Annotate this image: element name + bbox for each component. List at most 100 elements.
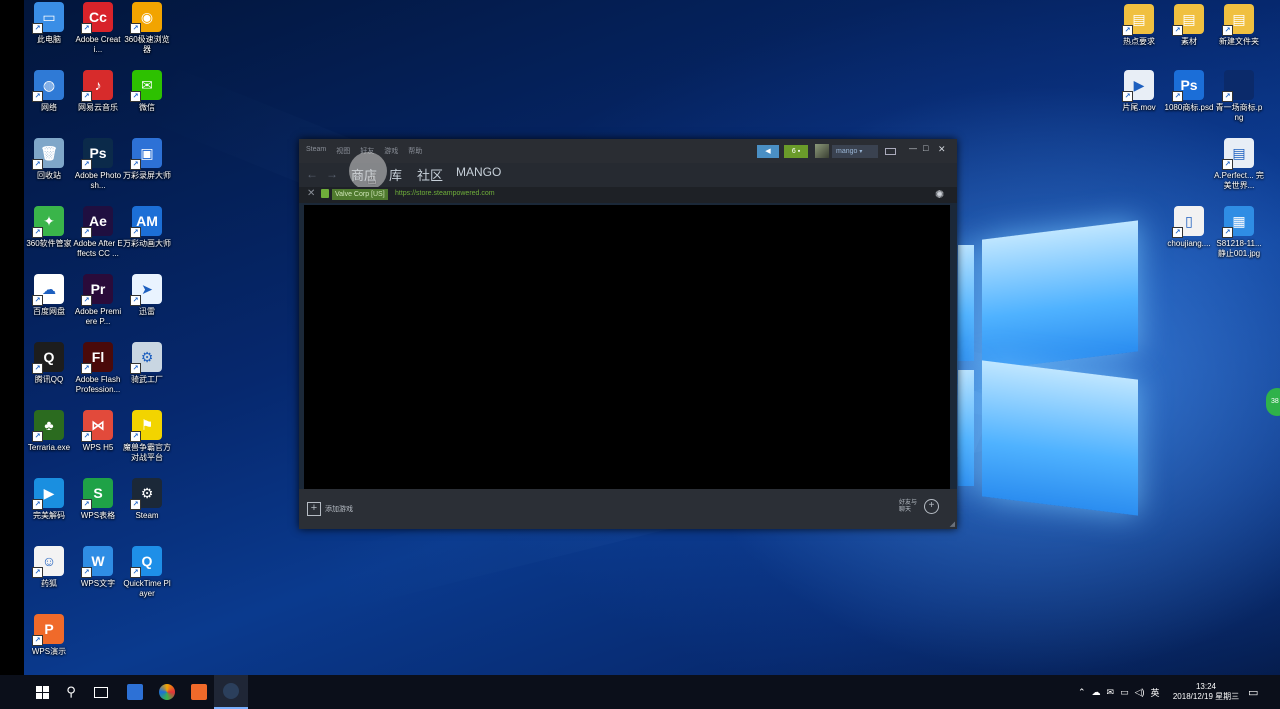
notification-center-button[interactable]: ▭ xyxy=(1248,675,1258,709)
url-text[interactable]: https://store.steampowered.com xyxy=(395,190,495,197)
desktop-icon[interactable]: ▭ ↗ 此电脑 xyxy=(24,2,74,45)
desktop-icon-label: WPS表格 xyxy=(80,511,116,520)
desktop-icon-label: 青一场商标.png xyxy=(1215,103,1263,122)
chevron-up-icon[interactable]: ⌃ xyxy=(1078,687,1086,698)
menu-view[interactable]: 视图 xyxy=(336,146,350,156)
title-bar[interactable]: Steam 视图 好友 游戏 帮助 ◀ 6 ▪ mango ▾ — □ ✕ xyxy=(299,139,957,163)
chevron-down-icon: ▾ xyxy=(859,149,863,155)
desktop-icon[interactable]: Ae ↗ Adobe After Effects CC ... xyxy=(73,206,123,259)
chat-notification-button[interactable]: 6 ▪ xyxy=(784,145,808,158)
search-button[interactable]: ⚲ xyxy=(60,675,82,709)
desktop-icon[interactable]: ⚙ ↗ Steam xyxy=(122,478,172,521)
close-button[interactable]: ✕ xyxy=(938,144,946,155)
desktop-icon[interactable]: 🗑 ↗ 回收站 xyxy=(24,138,74,181)
wechat-tray-icon[interactable]: ✉ xyxy=(1107,687,1115,698)
network-app-icon[interactable]: ☁ xyxy=(1092,687,1101,698)
certificate-label[interactable]: Valve Corp [US] xyxy=(332,189,388,200)
app-icon: ▯ ↗ xyxy=(1172,206,1204,238)
announcement-button[interactable]: ◀ xyxy=(757,145,779,158)
desktop-icon[interactable]: ▶ ↗ 片尾.mov xyxy=(1114,70,1164,113)
desktop-icon-label: 万彩动画大师 xyxy=(123,239,171,248)
ime-indicator[interactable]: 英 xyxy=(1151,686,1160,699)
menu-steam[interactable]: Steam xyxy=(306,146,326,156)
minimize-button[interactable]: — xyxy=(909,144,917,153)
network-icon[interactable]: ▭ xyxy=(1120,687,1129,698)
desktop-icon[interactable]: S ↗ WPS表格 xyxy=(73,478,123,521)
taskbar-app-browser[interactable] xyxy=(150,675,184,709)
lock-icon xyxy=(321,189,329,198)
desktop-icon[interactable]: ↗ 青一场商标.png xyxy=(1214,70,1264,123)
tab-profile[interactable]: MANGO xyxy=(456,165,501,179)
app-icon: ✦ ↗ xyxy=(32,206,64,238)
desktop-icon[interactable]: ▦ ↗ S81218-11... 静止001.jpg xyxy=(1214,206,1264,259)
taskbar-app-recorder[interactable] xyxy=(118,675,152,709)
desktop-icon[interactable]: Cc ↗ Adobe Creati... xyxy=(73,2,123,55)
desktop-icon[interactable]: P ↗ WPS演示 xyxy=(24,614,74,657)
desktop-icon[interactable]: ✉ ↗ 微信 xyxy=(122,70,172,113)
desktop-icon[interactable]: ☁ ↗ 百度网盘 xyxy=(24,274,74,317)
stop-icon[interactable]: ✕ xyxy=(307,188,315,199)
desktop-icon[interactable]: ▤ ↗ 热点要求 xyxy=(1114,4,1164,47)
task-view-button[interactable] xyxy=(89,675,113,709)
big-picture-icon[interactable] xyxy=(885,148,896,155)
desktop-icon[interactable]: Pr ↗ Adobe Premiere P... xyxy=(73,274,123,327)
back-button[interactable]: ← xyxy=(306,167,318,181)
shortcut-arrow-icon: ↗ xyxy=(81,499,92,510)
volume-icon[interactable]: ◁) xyxy=(1135,687,1145,698)
maximize-button[interactable]: □ xyxy=(923,143,928,153)
desktop-icon[interactable]: ✦ ↗ 360软件管家 xyxy=(24,206,74,249)
desktop-icon-label: 1080商标.psd xyxy=(1164,103,1214,112)
tab-community[interactable]: 社区 xyxy=(417,165,443,184)
add-game-button[interactable]: + 添加游戏 xyxy=(307,502,353,516)
desktop-icon-label: 迅雷 xyxy=(139,307,155,316)
menu-help[interactable]: 帮助 xyxy=(408,146,422,156)
avatar[interactable] xyxy=(815,144,829,158)
resize-grip-icon[interactable]: ◢ xyxy=(950,520,955,528)
shortcut-arrow-icon: ↗ xyxy=(32,91,43,102)
desktop-icon[interactable]: ⋈ ↗ WPS H5 xyxy=(73,410,123,453)
tab-library[interactable]: 库 xyxy=(389,165,402,184)
edge-badge[interactable]: 38 xyxy=(1266,388,1280,416)
add-friend-icon: + xyxy=(924,499,939,514)
desktop-icon[interactable]: Q ↗ QuickTime Player xyxy=(122,546,172,599)
desktop-icon[interactable]: ⚙ ↗ 骑武工厂 xyxy=(122,342,172,385)
desktop-icon[interactable]: ◍ ↗ 网络 xyxy=(24,70,74,113)
desktop-icon[interactable]: ◉ ↗ 360极速浏览器 xyxy=(122,2,172,55)
taskbar-app-wps[interactable] xyxy=(182,675,216,709)
desktop-icon[interactable]: ⚑ ↗ 魔兽争霸官方对战平台 xyxy=(122,410,172,463)
app-icon: AM ↗ xyxy=(130,206,162,238)
desktop-icon-label: 网络 xyxy=(41,103,57,112)
desktop-icon[interactable]: W ↗ WPS文字 xyxy=(73,546,123,589)
desktop-icon[interactable]: ▤ ↗ 新建文件夹 xyxy=(1214,4,1264,47)
app-icon: Ps ↗ xyxy=(1172,70,1204,102)
shortcut-arrow-icon: ↗ xyxy=(81,91,92,102)
app-icon: Q ↗ xyxy=(130,546,162,578)
clock[interactable]: 13:24 2018/12/19 星期三 xyxy=(1170,675,1242,709)
desktop-icon[interactable]: Q ↗ 腾讯QQ xyxy=(24,342,74,385)
desktop-icon-label: Adobe Photosh... xyxy=(74,171,122,190)
desktop-icon[interactable]: Fl ↗ Adobe Flash Profession... xyxy=(73,342,123,395)
desktop-icon[interactable]: ☺ ↗ 药狐 xyxy=(24,546,74,589)
desktop-icon[interactable]: ▣ ↗ 万彩录屏大师 xyxy=(122,138,172,181)
web-content[interactable] xyxy=(304,205,950,489)
app-icon: ⚙ ↗ xyxy=(130,342,162,374)
desktop-icon[interactable]: AM ↗ 万彩动画大师 xyxy=(122,206,172,249)
shortcut-arrow-icon: ↗ xyxy=(130,23,141,34)
desktop-icon[interactable]: ▤ ↗ A.Perfect... 完美世界... xyxy=(1214,138,1264,191)
forward-button[interactable]: → xyxy=(326,167,338,181)
desktop-icon[interactable]: ▤ ↗ 素材 xyxy=(1164,4,1214,47)
desktop-icon[interactable]: ♪ ↗ 网易云音乐 xyxy=(73,70,123,113)
desktop-icon[interactable]: ▶ ↗ 完美解码 xyxy=(24,478,74,521)
desktop-icon[interactable]: ♣ ↗ Terraria.exe xyxy=(24,410,74,453)
account-menu[interactable]: mango ▾ xyxy=(832,145,878,158)
friends-chat-button[interactable]: 好友与聊天 + xyxy=(899,499,944,514)
desktop-icon[interactable]: ▯ ↗ choujiang.... xyxy=(1164,206,1214,249)
menu-games[interactable]: 游戏 xyxy=(384,146,398,156)
desktop-icon[interactable]: Ps ↗ 1080商标.psd xyxy=(1164,70,1214,113)
app-icon: ➤ ↗ xyxy=(130,274,162,306)
taskbar-app-steam[interactable] xyxy=(214,675,248,709)
desktop-icon[interactable]: ➤ ↗ 迅雷 xyxy=(122,274,172,317)
desktop-icon[interactable]: Ps ↗ Adobe Photosh... xyxy=(73,138,123,191)
start-button[interactable] xyxy=(30,675,54,709)
desktop-icon-label: 骑武工厂 xyxy=(131,375,163,384)
